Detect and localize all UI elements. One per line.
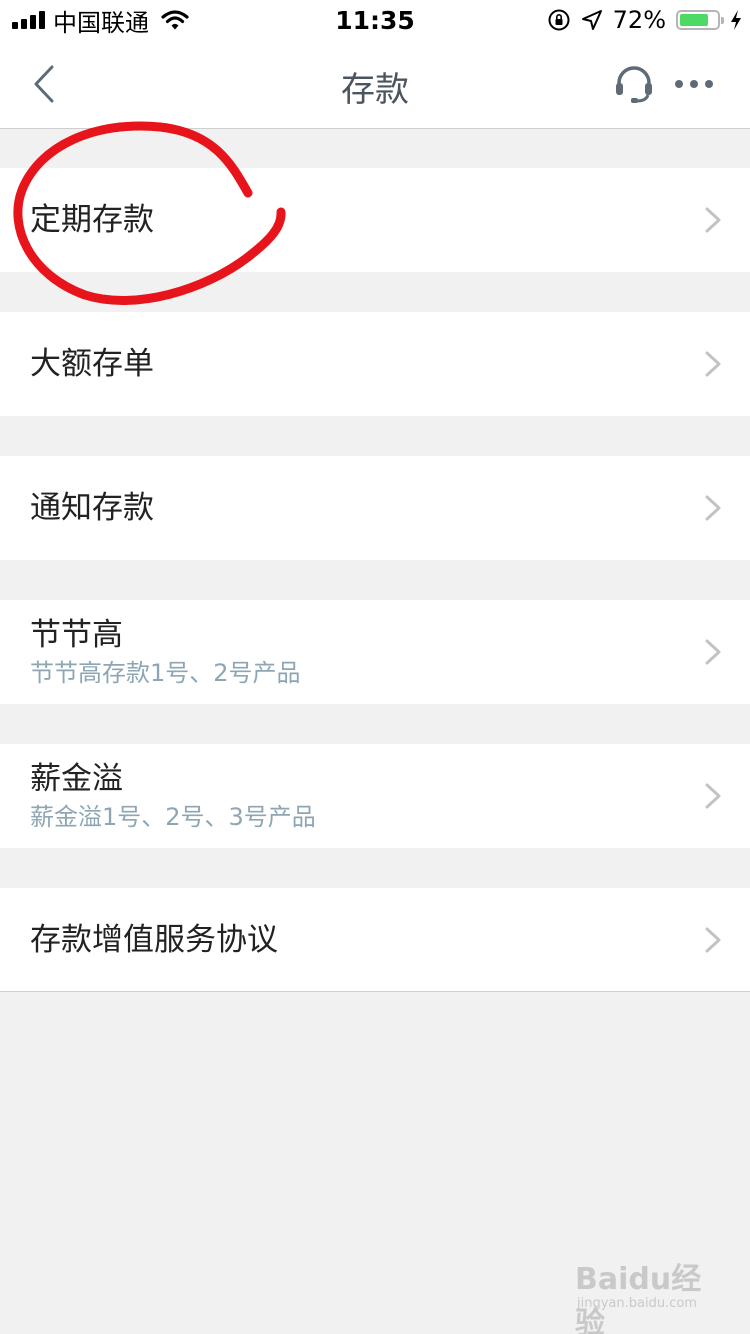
menu-item-fixed-deposit[interactable]: 定期存款 [0, 168, 750, 272]
headset-icon [616, 66, 652, 103]
chevron-right-icon [705, 495, 721, 521]
item-subtitle: 节节高存款1号、2号产品 [30, 659, 301, 687]
chevron-right-icon [705, 927, 721, 953]
item-title: 通知存款 [30, 490, 154, 526]
item-title: 存款增值服务协议 [30, 921, 278, 958]
menu-item-jiejiegao[interactable]: 节节高 节节高存款1号、2号产品 [0, 600, 750, 704]
battery-percent: 72% [612, 6, 666, 34]
menu-item-notice-deposit[interactable]: 通知存款 [0, 456, 750, 560]
status-right: 72% [547, 6, 742, 34]
status-bar: 中国联通 11:35 72% [0, 0, 750, 40]
more-dots-icon [675, 80, 713, 88]
item-title: 薪金溢 [30, 761, 123, 797]
baidu-watermark: Baidu经验 jingyan.baidu.com [575, 1246, 725, 1334]
chevron-right-icon [705, 351, 721, 377]
item-title: 大额存单 [30, 346, 154, 382]
chevron-right-icon [705, 639, 721, 665]
charging-bolt-icon [731, 10, 741, 30]
menu-item-large-cd[interactable]: 大额存单 [0, 312, 750, 416]
item-title: 定期存款 [30, 202, 154, 238]
item-title: 节节高 [30, 617, 123, 653]
watermark-url: jingyan.baidu.com [577, 1296, 697, 1311]
menu-item-xinjinyi[interactable]: 薪金溢 薪金溢1号、2号、3号产品 [0, 744, 750, 848]
rotation-lock-icon [548, 9, 570, 31]
nav-bar: 存款 [0, 40, 750, 129]
item-subtitle: 薪金溢1号、2号、3号产品 [30, 803, 316, 831]
menu-item-service-agreement[interactable]: 存款增值服务协议 [0, 888, 750, 992]
more-button[interactable] [668, 60, 720, 108]
customer-service-button[interactable] [610, 60, 658, 108]
watermark-text: Baidu经验 [575, 1262, 702, 1334]
chevron-right-icon [705, 783, 721, 809]
location-icon [581, 10, 602, 30]
chevron-right-icon [705, 207, 721, 233]
screen: 中国联通 11:35 72% 存款 定期存款 大额存单 通知存款 节节高 节节高… [0, 0, 750, 1334]
battery-icon [676, 10, 724, 30]
